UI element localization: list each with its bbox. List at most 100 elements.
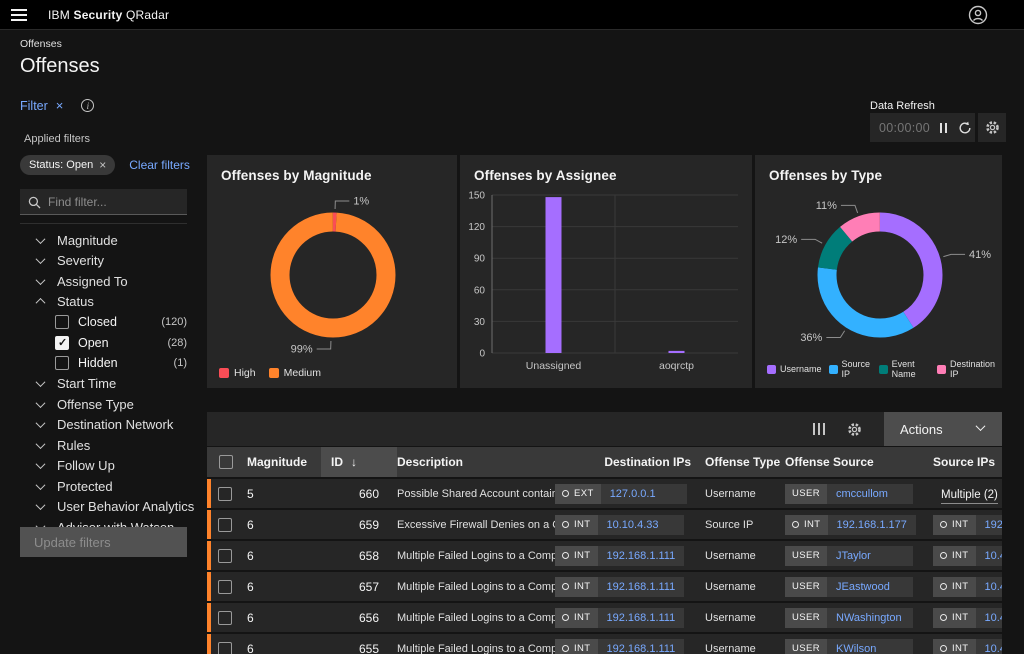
cell-destination-ips: EXT127.0.0.1 [555, 484, 705, 504]
offense-source-user-pill[interactable]: USERJTaylor [785, 546, 913, 566]
filter-group-label: Follow Up [57, 458, 115, 473]
cell-description[interactable]: Multiple Failed Logins to a Compl... [397, 581, 555, 593]
card-offenses-by-assignee: Offenses by Assignee 0306090120150Unassi… [460, 155, 752, 388]
filter-option-closed[interactable]: Closed(120) [0, 312, 205, 333]
header-description[interactable]: Description [397, 455, 555, 469]
cell-description[interactable]: Multiple Failed Logins to a Compl... [397, 612, 555, 624]
header-offense-source[interactable]: Offense Source [785, 455, 925, 469]
user-avatar-icon[interactable] [968, 5, 988, 25]
destination-ip-pill[interactable]: INT192.168.1.111 [555, 608, 684, 628]
header-destination-ips[interactable]: Destination IPs [555, 455, 705, 469]
update-filters-button[interactable]: Update filters [20, 527, 187, 557]
multiple-source-ips-link[interactable]: Multiple (2) [941, 489, 998, 504]
cell-destination-ips: INT192.168.1.111 [555, 577, 705, 597]
filter-group-follow-up[interactable]: Follow Up [0, 456, 205, 477]
filter-group-protected[interactable]: Protected [0, 476, 205, 497]
offense-source-user-pill[interactable]: USERcmccullom [785, 484, 913, 504]
column-settings-icon[interactable] [813, 423, 825, 435]
chevron-down-icon [36, 459, 46, 469]
filter-group-status[interactable]: Status [0, 292, 205, 313]
filter-option-label: Closed [78, 315, 117, 329]
ip-scope-tag: INT [933, 515, 976, 535]
cell-description[interactable]: Multiple Failed Logins to a Compl... [397, 643, 555, 654]
checkbox-closed[interactable] [55, 315, 69, 329]
row-checkbox[interactable] [218, 611, 232, 625]
source-ip-pill[interactable]: INT10.4 [933, 577, 1002, 597]
ip-circle-icon [562, 583, 569, 590]
destination-ip-pill[interactable]: INT192.168.1.111 [555, 639, 684, 654]
info-icon[interactable]: i [81, 99, 94, 112]
checkbox-open[interactable] [55, 336, 69, 350]
row-checkbox[interactable] [218, 549, 232, 563]
ip-scope-label: INT [952, 519, 969, 530]
destination-ip-pill[interactable]: EXT127.0.0.1 [555, 484, 687, 504]
find-filter-input[interactable] [20, 189, 187, 215]
table-settings-gear-icon[interactable] [847, 422, 862, 437]
header-magnitude[interactable]: Magnitude [247, 455, 321, 469]
filter-tab-close-icon[interactable]: × [56, 98, 64, 113]
data-refresh-label: Data Refresh [870, 100, 935, 112]
callout-line [317, 341, 331, 349]
cell-description[interactable]: Excessive Firewall Denies on a C... [397, 519, 555, 531]
applied-filter-tag[interactable]: Status: Open × [20, 155, 115, 175]
offense-source-user-pill[interactable]: USERKWilson [785, 639, 913, 654]
filter-group-destination-network[interactable]: Destination Network [0, 415, 205, 436]
offense-source-ip-pill[interactable]: INT192.168.1.177 [785, 515, 916, 535]
filter-group-user-behavior-analytics[interactable]: User Behavior Analytics [0, 497, 205, 518]
checkbox-hidden[interactable] [55, 356, 69, 370]
ip-scope-tag: INT [555, 515, 598, 535]
filter-option-hidden[interactable]: Hidden (1) [0, 353, 205, 374]
tab-filter[interactable]: Filter × i [20, 98, 205, 113]
hamburger-menu-icon[interactable] [11, 9, 27, 21]
bar-aoqrctp [669, 351, 685, 353]
filter-group-label: User Behavior Analytics [57, 499, 194, 514]
chevron-down-icon [36, 480, 46, 490]
offense-source-user-pill[interactable]: USERJEastwood [785, 577, 913, 597]
breadcrumb[interactable]: Offenses [20, 38, 205, 50]
filter-group-offense-type[interactable]: Offense Type [0, 394, 205, 415]
ip-scope-label: EXT [574, 488, 594, 499]
cell-offense-source: USERJEastwood [785, 576, 925, 597]
y-tick-label: 60 [474, 285, 486, 296]
refresh-icon[interactable] [958, 121, 972, 135]
offense-source-user-pill[interactable]: USERNWashington [785, 608, 913, 628]
pause-icon[interactable] [940, 123, 947, 133]
row-checkbox[interactable] [218, 487, 232, 501]
row-checkbox[interactable] [218, 642, 232, 654]
select-all-checkbox[interactable] [219, 455, 233, 469]
cell-description[interactable]: Possible Shared Account contain... [397, 488, 555, 500]
destination-ip-pill[interactable]: INT192.168.1.111 [555, 546, 684, 566]
header-offense-type[interactable]: Offense Type [705, 455, 785, 469]
charts-row: Offenses by Magnitude 1%99%HighMedium Of… [207, 155, 1002, 388]
filter-group-label: Assigned To [57, 274, 128, 289]
cell-description[interactable]: Multiple Failed Logins to a Compl... [397, 550, 555, 562]
search-icon [28, 196, 41, 209]
row-checkbox[interactable] [218, 518, 232, 532]
destination-ip-pill[interactable]: INT10.10.4.33 [555, 515, 684, 535]
source-ip-pill[interactable]: INT10.4 [933, 608, 1002, 628]
table-row: 5660Possible Shared Account contain...EX… [207, 479, 1002, 508]
actions-dropdown[interactable]: Actions [884, 412, 1002, 446]
filter-group-rules[interactable]: Rules [0, 435, 205, 456]
filter-group-severity[interactable]: Severity [0, 251, 205, 272]
gear-icon [985, 120, 1000, 135]
destination-ip-pill[interactable]: INT192.168.1.111 [555, 577, 684, 597]
filter-group-start-time[interactable]: Start Time [0, 374, 205, 395]
clear-filters-link[interactable]: Clear filters [129, 158, 190, 172]
header-source-ips[interactable]: Source IPs [925, 455, 1024, 469]
refresh-settings-button[interactable] [978, 113, 1006, 142]
source-ip-pill[interactable]: INT10.4 [933, 546, 1002, 566]
legend-label: Event Name [892, 359, 930, 379]
filter-option-open[interactable]: Open(28) [0, 333, 205, 354]
filter-option-label: Hidden [78, 356, 118, 370]
row-checkbox[interactable] [218, 580, 232, 594]
filter-group-assigned-to[interactable]: Assigned To [0, 271, 205, 292]
source-ip-pill[interactable]: INT192.1 [933, 515, 1002, 535]
source-ip-pill[interactable]: INT10.4 [933, 639, 1002, 654]
header-id-sorted[interactable]: ID ↓ [321, 447, 397, 477]
filter-option-count: (1) [174, 357, 187, 369]
table-header-row: Magnitude ID ↓ Description Destination I… [207, 447, 1002, 477]
tag-close-icon[interactable]: × [99, 158, 106, 172]
filter-group-magnitude[interactable]: Magnitude [0, 230, 205, 251]
ip-scope-label: INT [952, 643, 969, 654]
